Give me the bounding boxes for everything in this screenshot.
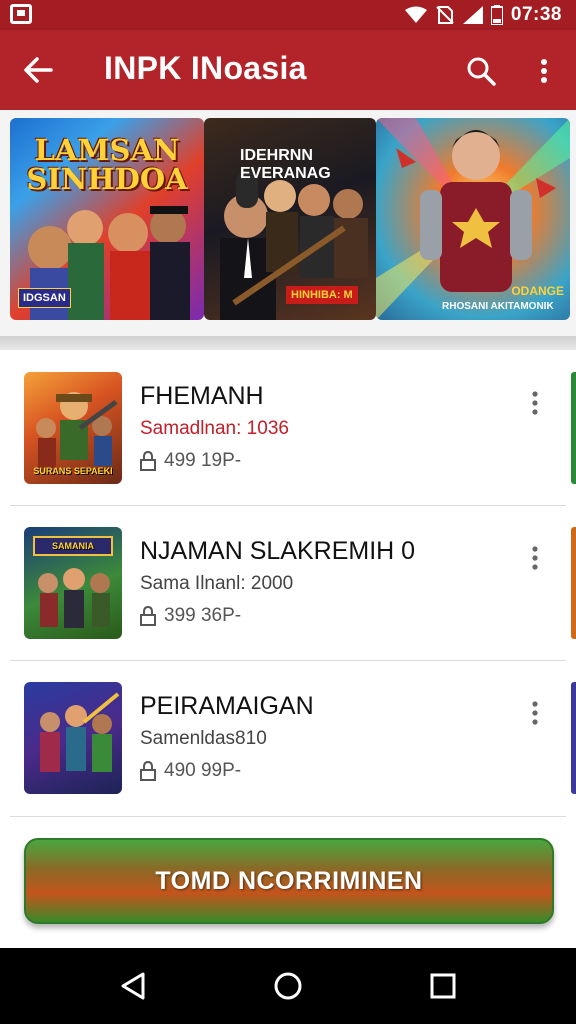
item-menu-button[interactable]	[520, 543, 550, 573]
banner-tag: RHOSANI AKITAMONIK	[442, 301, 554, 312]
game-title: NJAMAN SLAKREMIH 0	[140, 537, 416, 565]
game-price: 499 19P-	[140, 450, 241, 472]
banner-tag: ODANGE	[511, 284, 564, 298]
more-options-button[interactable]	[524, 48, 564, 94]
game-title: FHEMANH	[140, 382, 264, 410]
thumbnail-label: SAMANIA	[52, 541, 94, 551]
nav-back-icon	[121, 972, 145, 1000]
lock-icon	[140, 606, 156, 626]
search-button[interactable]	[458, 48, 504, 94]
list-item[interactable]: SAMANIA NJAMAN SLAKREMIH 0 Sama Ilnanl: …	[0, 505, 576, 660]
status-icons: 07:38	[404, 3, 562, 27]
nav-recents-icon	[430, 973, 456, 999]
cta-section: TOMD NCORRIMINEN	[0, 820, 576, 946]
divider	[10, 816, 566, 817]
game-thumbnail[interactable]: SURANS SEPAEKI	[24, 372, 122, 484]
game-subtitle: Sama Ilnanl: 2000	[140, 573, 294, 594]
signal-icon	[462, 6, 483, 24]
thumbnail-artwork	[40, 692, 120, 772]
game-title: PEIRAMAIGAN	[140, 692, 314, 720]
next-item-peek	[571, 682, 576, 794]
more-vert-icon	[532, 546, 538, 570]
game-thumbnail[interactable]: SAMANIA	[24, 527, 122, 639]
status-bar: 07:38	[0, 0, 576, 30]
next-item-peek	[571, 372, 576, 484]
nav-home-button[interactable]	[263, 962, 313, 1010]
banner-tag: HINHIBA: M	[286, 286, 358, 304]
app-bar: INPK INoasia	[0, 30, 576, 110]
item-menu-button[interactable]	[520, 698, 550, 728]
nav-home-icon	[274, 972, 302, 1000]
battery-icon	[490, 5, 503, 25]
price-text: 490 99P-	[164, 760, 242, 781]
banner-card[interactable]: RHOSANI AKITAMONIK ODANGE	[376, 118, 570, 320]
game-subtitle: Samadlnan: 1036	[140, 418, 289, 439]
back-button[interactable]	[16, 48, 60, 92]
system-nav-bar	[0, 948, 576, 1024]
game-thumbnail[interactable]	[24, 682, 122, 794]
price-text: 399 36P-	[164, 605, 242, 626]
game-subtitle: Samenldas810	[140, 728, 267, 749]
search-icon	[467, 57, 496, 86]
nav-back-button[interactable]	[108, 962, 158, 1010]
next-item-peek	[571, 527, 576, 639]
list-item[interactable]: PEIRAMAIGAN Samenldas810 490 99P-	[0, 660, 576, 815]
game-price: 490 99P-	[140, 760, 241, 782]
status-time: 07:38	[510, 4, 562, 25]
banner-card[interactable]: LAMSAN SINHDOA IDGSAN	[10, 118, 204, 320]
section-divider	[0, 336, 576, 350]
banner-tag: IDGSAN	[18, 288, 71, 308]
featured-banner: LAMSAN SINHDOA IDGSAN IDEHRNN EVERANAG H…	[0, 110, 576, 336]
lock-icon	[140, 761, 156, 781]
more-vert-icon	[532, 701, 538, 725]
primary-action-button[interactable]: TOMD NCORRIMINEN	[24, 838, 554, 924]
banner-title: IDEHRNN EVERANAG	[240, 147, 331, 182]
notification-icon	[10, 4, 32, 24]
banner-card[interactable]: IDEHRNN EVERANAG HINHIBA: M	[204, 118, 376, 320]
more-vert-icon	[532, 391, 538, 415]
thumbnail-label: SURANS SEPAEKI	[33, 466, 113, 476]
game-price: 399 36P-	[140, 605, 241, 627]
price-text: 499 19P-	[164, 450, 242, 471]
banner-title: LAMSAN SINHDOA	[26, 133, 188, 196]
list-item[interactable]: SURANS SEPAEKI FHEMANH Samadlnan: 1036 4…	[0, 350, 576, 505]
back-arrow-icon	[24, 57, 53, 83]
wifi-icon	[404, 6, 427, 23]
page-title: INPK INoasia	[104, 50, 307, 86]
more-vert-icon	[541, 59, 547, 83]
lock-icon	[140, 451, 156, 471]
no-sim-icon	[436, 6, 454, 24]
item-menu-button[interactable]	[520, 388, 550, 418]
nav-recents-button[interactable]	[418, 962, 468, 1010]
